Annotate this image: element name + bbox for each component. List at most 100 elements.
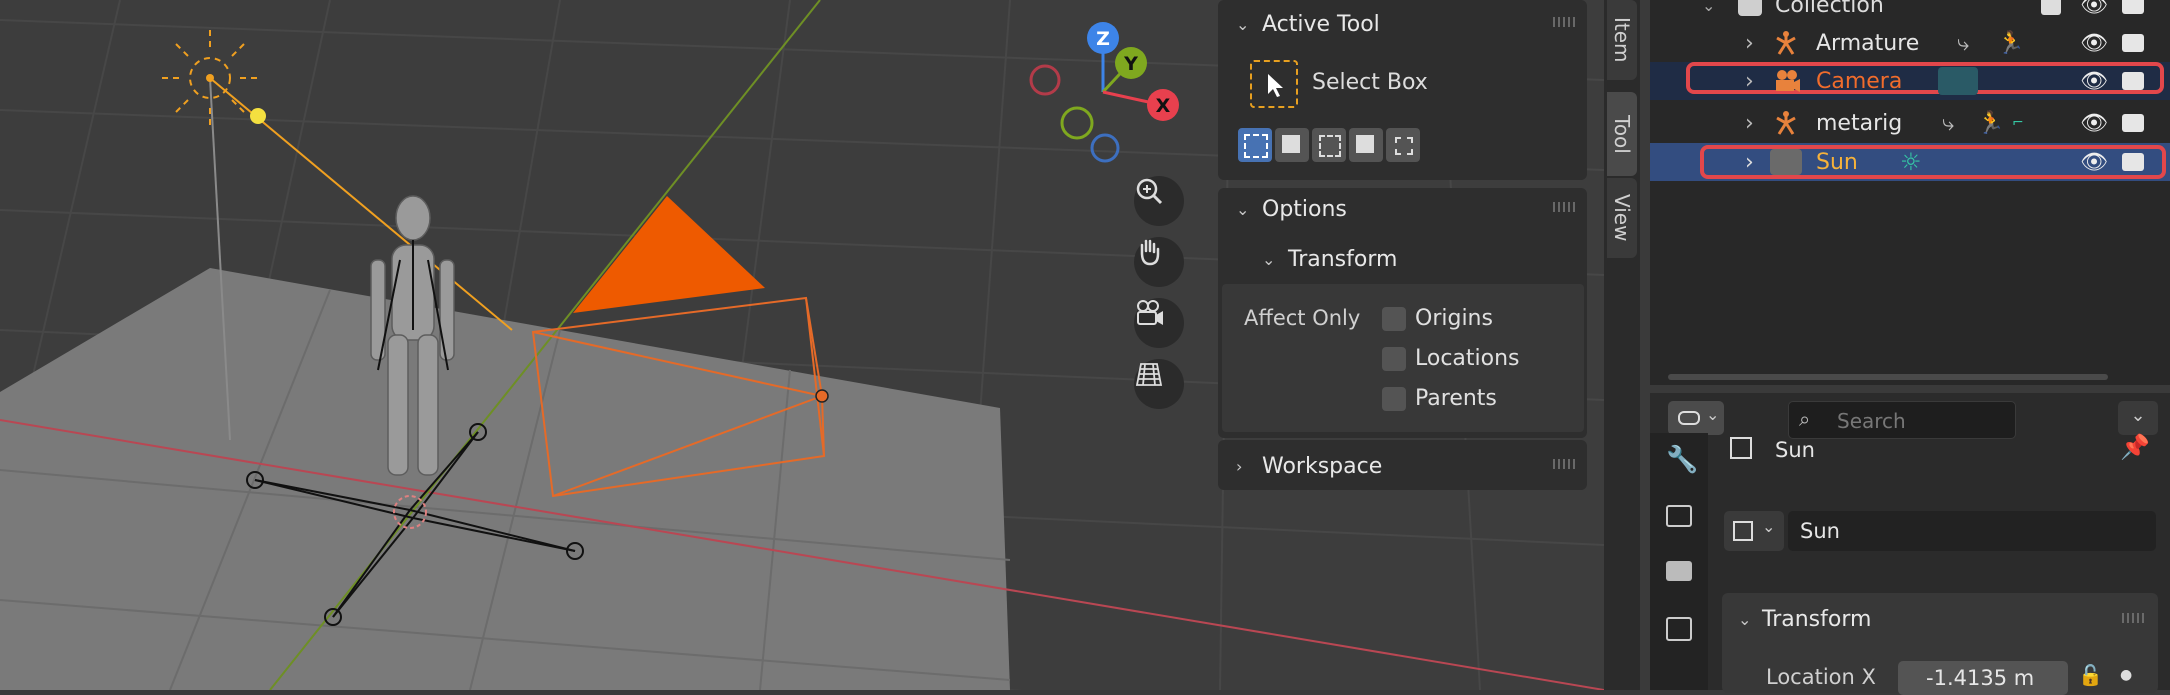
eye-icon[interactable]: 👁 (2080, 150, 2108, 175)
armature-icon (1776, 31, 1796, 55)
chevron-down-icon: ⌄ (1762, 517, 1776, 536)
camera-view-button[interactable] (1134, 298, 1184, 348)
chevron-down-icon: ⌄ (1236, 199, 1250, 219)
gizmo-y-label: Y (1123, 53, 1138, 75)
tab-view[interactable]: View (1607, 178, 1637, 258)
properties-editor: ⌄ ⌕ Search ⌄ 🔧 Sun 📌 ⌄ Sun ⌄ Transform L… (1650, 393, 2170, 695)
eye-icon[interactable]: 👁 (2080, 31, 2108, 56)
camera-view-icon (1137, 300, 1163, 325)
armature-name: Armature (1816, 30, 1920, 56)
camera-data-icon (1938, 67, 1978, 95)
sidebar-tool-panel: ⌄ Active Tool Select Box ⌄ Options ⌄ Tra… (1218, 0, 1587, 490)
axis-gizmo[interactable]: Z Y X (1025, 15, 1195, 175)
tab-item[interactable]: Item (1607, 0, 1637, 80)
light-object-icon (1770, 149, 1802, 175)
bone-icon: ⌐ (2012, 115, 2024, 131)
eye-icon[interactable]: 👁 (2080, 69, 2108, 94)
mode-extend-button[interactable] (1275, 128, 1309, 162)
tab-tool[interactable]: Tool (1607, 92, 1637, 176)
outliner-row-metarig[interactable]: › metarig ⤷ 🏃 ⌐ 👁 (1650, 104, 2170, 142)
render-camera-icon[interactable] (2122, 0, 2144, 14)
chevron-right-icon: › (1236, 456, 1243, 476)
hand-pan-icon (1140, 239, 1160, 266)
outliner-row-collection[interactable]: ⌄ Collection 👁 (1650, 0, 2170, 24)
camera-name: Camera (1816, 68, 1903, 94)
ortho-toggle-button[interactable] (1134, 359, 1184, 409)
modifier-icon: ⤷ (1957, 30, 1970, 56)
chevron-right-icon: › (1745, 149, 1754, 175)
options-transform-header[interactable]: ⌄ Transform (1262, 243, 1397, 275)
chevron-down-icon: ⌄ (1706, 405, 1720, 424)
options-title: Options (1262, 196, 1347, 222)
drag-grip-icon[interactable] (1553, 459, 1575, 469)
mode-invert-button[interactable] (1349, 128, 1383, 162)
origins-label: Origins (1415, 306, 1493, 331)
collection-icon (1738, 0, 1762, 16)
chevron-down-icon: ⌄ (1738, 609, 1752, 629)
checkbox-icon[interactable] (2041, 0, 2061, 15)
location-x-value: -1.4135 m (1926, 666, 2035, 690)
options-header[interactable]: ⌄ Options (1236, 193, 1347, 225)
outliner-row-camera[interactable]: › Camera 👁 (1650, 62, 2170, 100)
object-name-title: Sun (1775, 438, 1815, 462)
render-camera-icon[interactable] (2122, 72, 2144, 90)
parents-label: Parents (1415, 386, 1497, 411)
object-name-value: Sun (1800, 519, 1840, 543)
output-printer-icon[interactable] (1666, 561, 1692, 581)
tool-wrench-icon[interactable]: 🔧 (1666, 445, 1698, 475)
render-camera-icon[interactable] (2122, 34, 2144, 52)
locations-label: Locations (1415, 346, 1520, 371)
keyframe-dot-icon[interactable]: ● (2120, 667, 2132, 683)
search-input[interactable]: ⌕ Search (1788, 401, 2016, 439)
mode-intersect-button[interactable] (1386, 128, 1420, 162)
active-tool-title: Active Tool (1262, 11, 1380, 37)
render-camera-icon[interactable] (2122, 114, 2144, 132)
render-icon[interactable] (1666, 505, 1692, 527)
view-layer-icon[interactable] (1666, 617, 1692, 641)
active-tool-header[interactable]: ⌄ Active Tool (1236, 8, 1380, 40)
sun-light-icon: ☼ (1900, 148, 1922, 176)
drag-grip-icon[interactable] (1553, 17, 1575, 27)
properties-tab-strip: 🔧 (1650, 433, 1708, 690)
location-x-label: Location X (1766, 665, 1876, 689)
render-camera-icon[interactable] (2122, 153, 2144, 171)
editor-type-dropdown[interactable]: ⌄ (1668, 401, 1724, 435)
chevron-down-icon: ⌄ (1262, 249, 1276, 269)
options-dropdown[interactable]: ⌄ (2118, 401, 2158, 435)
drag-grip-icon[interactable] (1553, 202, 1575, 212)
origins-checkbox[interactable] (1382, 307, 1406, 331)
chevron-down-icon: ⌄ (2130, 405, 2146, 426)
search-icon: ⌕ (1799, 407, 1811, 431)
parents-checkbox[interactable] (1382, 387, 1406, 411)
object-name-field[interactable]: Sun (1788, 511, 2156, 551)
zoom-button[interactable] (1134, 176, 1184, 226)
sun-name: Sun (1816, 149, 1858, 175)
toggle-icon (1678, 411, 1700, 425)
mode-new-button[interactable] (1238, 128, 1272, 162)
grid-ortho-icon (1135, 363, 1163, 386)
pose-icon: 🏃 (1977, 110, 2005, 136)
pan-button[interactable] (1134, 237, 1184, 287)
zoom-icon (1136, 178, 1163, 205)
workspace-header[interactable]: › Workspace (1236, 450, 1382, 482)
outliner-row-sun[interactable]: › Sun ☼ 👁 (1650, 143, 2170, 181)
transform-title: Transform (1762, 606, 1872, 632)
horizontal-scrollbar[interactable] (1668, 374, 2108, 380)
modifier-icon: ⤷ (1942, 110, 1955, 136)
chevron-down-icon: ⌄ (1236, 14, 1250, 34)
drag-grip-icon[interactable] (2122, 613, 2144, 623)
search-placeholder: Search (1837, 409, 1906, 433)
eye-icon[interactable]: 👁 (2080, 111, 2108, 136)
pin-icon[interactable]: 📌 (2120, 433, 2150, 461)
unlock-icon[interactable]: 🔓 (2078, 663, 2103, 687)
gizmo-z-label: Z (1096, 28, 1110, 50)
data-type-dropdown[interactable]: ⌄ (1724, 511, 1784, 551)
outliner-row-armature[interactable]: › Armature ⤷ 🏃 👁 (1650, 24, 2170, 62)
outliner[interactable]: ⌄ Collection 👁 › Armature ⤷ 🏃 👁 › Camera… (1650, 0, 2170, 385)
eye-icon[interactable]: 👁 (2080, 0, 2108, 18)
select-box-tool-icon[interactable] (1250, 60, 1298, 108)
locations-checkbox[interactable] (1382, 347, 1406, 371)
mode-subtract-button[interactable] (1312, 128, 1346, 162)
transform-header[interactable]: ⌄ Transform (1738, 603, 1871, 635)
armature-icon (1776, 111, 1796, 135)
